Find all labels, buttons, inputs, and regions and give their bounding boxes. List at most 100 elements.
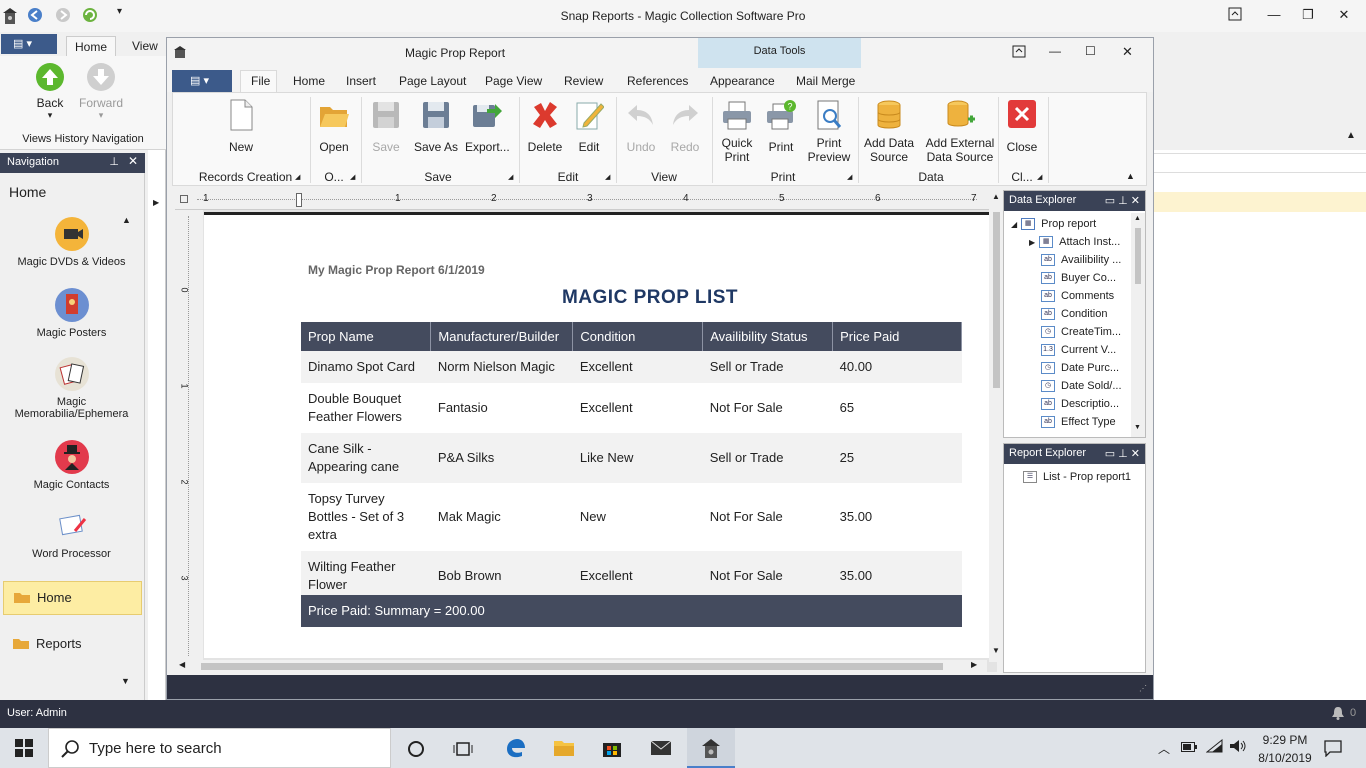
add-data-source-button[interactable]: Add Data Source <box>861 99 917 164</box>
collapse-ribbon-icon[interactable]: ▲ <box>1346 130 1356 141</box>
scroll-left-arrow-icon[interactable]: ◀ <box>179 660 185 669</box>
group-launcher-icon[interactable]: ◢ <box>350 173 355 181</box>
tab-references[interactable]: References <box>627 74 688 88</box>
tab-insert[interactable]: Insert <box>346 74 376 88</box>
tree-item[interactable]: ab Buyer Co... <box>1041 272 1116 285</box>
delete-button[interactable]: Delete <box>525 99 565 154</box>
save-button[interactable]: Save <box>366 99 406 154</box>
vertical-ruler[interactable]: 0 1 2 3 <box>175 210 203 662</box>
close-nav-icon[interactable]: ✕ <box>128 154 138 168</box>
scroll-up-arrow-icon[interactable]: ▲ <box>992 192 1000 201</box>
ribbon-display-icon[interactable] <box>1012 45 1026 58</box>
report-page[interactable]: My Magic Prop Report 6/1/2019 MAGIC PROP… <box>204 212 990 658</box>
vertical-scrollbar[interactable]: ▲ ▼ <box>989 190 1003 662</box>
group-launcher-icon[interactable]: ◢ <box>605 173 610 181</box>
forward-button[interactable]: Forward ▾ <box>78 62 124 121</box>
tree-item[interactable]: ▶ ▦ Attach Inst... <box>1029 236 1120 249</box>
cortana-icon[interactable] <box>407 740 425 758</box>
tree-item[interactable]: ab Condition <box>1041 308 1107 321</box>
close-report-button[interactable]: Close <box>1002 99 1042 154</box>
nav-item-posters[interactable]: Magic Posters <box>0 288 143 339</box>
tab-review[interactable]: Review <box>564 74 603 88</box>
data-explorer-scrollbar[interactable]: ▲ ▼ <box>1131 213 1145 437</box>
edge-browser-icon[interactable] <box>504 737 526 759</box>
tab-home[interactable]: Home <box>66 36 117 56</box>
mail-icon[interactable] <box>650 739 672 757</box>
scroll-down-arrow-icon[interactable]: ▼ <box>1134 424 1141 431</box>
tree-root[interactable]: ◢ ▦ Prop report <box>1011 218 1096 231</box>
scroll-thumb[interactable] <box>993 212 1000 388</box>
tab-stop-selector[interactable] <box>180 195 188 203</box>
group-launcher-icon[interactable]: ◢ <box>295 173 300 181</box>
taskbar-clock[interactable]: 9:29 PM 8/10/2019 <box>1250 731 1320 765</box>
group-launcher-icon[interactable]: ◢ <box>847 173 852 181</box>
tab-page-layout[interactable]: Page Layout <box>399 74 466 88</box>
tab-home[interactable]: Home <box>293 74 325 88</box>
edit-button[interactable]: Edit <box>571 99 607 154</box>
app-menu-button[interactable]: ▤ ▾ <box>1 34 57 54</box>
taskbar-app-active[interactable] <box>687 728 735 768</box>
report-maximize-icon[interactable]: ☐ <box>1085 44 1096 58</box>
tree-item[interactable]: ◷ Date Purc... <box>1041 362 1119 375</box>
horizontal-ruler[interactable]: 1 1 2 3 4 5 6 7 <box>175 190 997 210</box>
tab-file[interactable]: File <box>251 74 270 88</box>
resize-grip-icon[interactable]: ⋰ <box>1139 684 1147 693</box>
back-button[interactable]: Back ▾ <box>30 62 70 121</box>
tree-item[interactable]: ◷ Date Sold/... <box>1041 380 1122 393</box>
group-launcher-icon[interactable]: ◢ <box>508 173 513 181</box>
windows-start-icon[interactable] <box>15 739 33 757</box>
report-close-icon[interactable]: ✕ <box>1122 44 1133 60</box>
collapse-report-ribbon-icon[interactable]: ▲ <box>1126 171 1135 181</box>
scroll-thumb[interactable] <box>1135 228 1141 284</box>
restore-ribbon-icon[interactable] <box>1228 7 1248 25</box>
tab-appearance[interactable]: Appearance <box>710 74 775 88</box>
add-external-data-source-button[interactable]: Add External Data Source <box>920 99 1000 164</box>
nav-bottom-reports[interactable]: Reports <box>3 628 142 662</box>
open-button[interactable]: Open <box>314 99 354 154</box>
scroll-down-arrow-icon[interactable]: ▼ <box>992 646 1000 655</box>
indent-marker[interactable] <box>296 193 302 207</box>
report-app-menu-button[interactable]: ▤ ▾ <box>172 70 232 92</box>
tab-view[interactable]: View <box>124 36 166 56</box>
scroll-right-arrow-icon[interactable]: ▶ <box>971 660 977 669</box>
report-explorer-item[interactable]: ☰ List - Prop report1 <box>1023 471 1131 484</box>
horizontal-scrollbar[interactable]: ◀ ▶ <box>175 660 987 672</box>
print-button[interactable]: ? Print <box>761 99 801 154</box>
quick-print-button[interactable]: Quick Print <box>716 99 758 164</box>
pin-icon[interactable]: ⊥ <box>109 155 119 168</box>
nav-item-word-processor[interactable]: Word Processor <box>0 509 143 560</box>
nav-scroll-down-icon[interactable]: ▼ <box>121 676 130 686</box>
tree-item[interactable]: ab Descriptio... <box>1041 398 1119 411</box>
group-launcher-icon[interactable]: ◢ <box>1037 173 1042 181</box>
tray-chevron-up-icon[interactable]: ︿ <box>1158 740 1170 757</box>
close-app-icon[interactable]: ✕ <box>1334 7 1354 25</box>
tree-item[interactable]: ab Availibility ... <box>1041 254 1121 267</box>
tree-item[interactable]: ◷ CreateTim... <box>1041 326 1121 339</box>
tab-page-view[interactable]: Page View <box>485 74 542 88</box>
export-button[interactable]: Export... <box>465 99 510 154</box>
minimize-icon[interactable]: — <box>1264 7 1284 25</box>
new-button[interactable]: New <box>218 99 264 154</box>
nav-item-dvds[interactable]: Magic DVDs & Videos <box>0 217 143 268</box>
volume-icon[interactable] <box>1229 739 1247 753</box>
notification-bell-icon[interactable] <box>1331 706 1345 720</box>
store-icon[interactable] <box>601 737 623 759</box>
report-minimize-icon[interactable]: — <box>1049 44 1061 58</box>
maximize-icon[interactable]: ❐ <box>1298 7 1318 25</box>
wifi-icon[interactable] <box>1206 739 1224 753</box>
nav-splitter[interactable]: ▶ <box>148 150 166 700</box>
nav-item-memorabilia[interactable]: Magic Memorabilia/Ephemera <box>0 357 143 420</box>
action-center-icon[interactable] <box>1324 739 1342 757</box>
save-as-button[interactable]: Save As <box>413 99 459 154</box>
task-view-icon[interactable] <box>453 740 473 758</box>
redo-button[interactable]: Redo <box>665 99 705 154</box>
tree-item[interactable]: ab Effect Type <box>1041 416 1116 429</box>
hscroll-thumb[interactable] <box>201 663 943 670</box>
print-preview-button[interactable]: Print Preview <box>804 99 854 164</box>
nav-bottom-home[interactable]: Home <box>3 581 142 615</box>
tab-mail-merge[interactable]: Mail Merge <box>796 74 855 88</box>
file-explorer-icon[interactable] <box>553 737 575 759</box>
scroll-up-arrow-icon[interactable]: ▲ <box>1134 215 1141 222</box>
collapse-arrow-icon[interactable]: ◢ <box>1011 220 1017 229</box>
panel-buttons[interactable]: ▭ ⊥ ✕ <box>1105 447 1140 460</box>
